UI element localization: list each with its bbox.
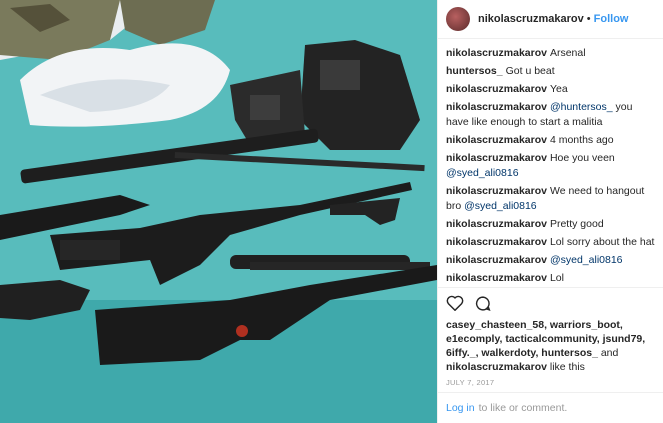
photo-illustration [0,0,437,423]
comment: huntersos_ Got u beat [446,64,655,79]
instagram-post: nikolascruzmakarov • Follow nikolascruzm… [0,0,663,423]
comment: nikolascruzmakarov Hoe you veen @syed_ali… [446,151,655,181]
comment-username[interactable]: nikolascruzmakarov [446,185,547,197]
comment-text: Pretty good [549,218,604,230]
comment-mention[interactable]: @syed_ali0816 [446,167,519,179]
comment: nikolascruzmakarov Lol sorry about the ha… [446,235,655,250]
comment-text: Arsenal [549,47,586,59]
comment-username[interactable]: nikolascruzmakarov [446,236,547,248]
comment-username[interactable]: nikolascruzmakarov [446,152,547,164]
comment-username[interactable]: nikolascruzmakarov [446,272,547,284]
comment-username[interactable]: nikolascruzmakarov [446,47,547,59]
likes-suffix: like this [546,361,585,373]
comments-list[interactable]: nikolascruzmakarov Arsenal huntersos_ Got … [438,39,663,287]
comment: nikolascruzmakarov We need to hangout bro… [446,184,655,214]
post-username[interactable]: nikolascruzmakarov [478,13,584,25]
comment: nikolascruzmakarov Yea [446,82,655,97]
comment-text: Lol [549,272,564,284]
heart-icon[interactable] [446,295,464,311]
comment-username[interactable]: nikolascruzmakarov [446,83,547,95]
comment: nikolascruzmakarov @huntersos_ you have l… [446,100,655,130]
comment-mention[interactable]: @syed_ali0816 [464,200,537,212]
login-footer: Log in to like or comment. [438,392,663,423]
liker-last[interactable]: nikolascruzmakarov [446,361,547,373]
post-date: JULY 7, 2017 [446,378,495,387]
post-photo[interactable] [0,0,437,423]
comment: nikolascruzmakarov Lol [446,271,655,286]
separator-dot: • [586,13,591,25]
comment: nikolascruzmakarov @syed_ali0816 [446,253,655,268]
comment: nikolascruzmakarov Arsenal [446,46,655,61]
comment-text: Hoe you veen [549,152,615,164]
login-prompt: to like or comment. [478,402,568,414]
comment: nikolascruzmakarov Pretty good [446,217,655,232]
comment: nikolascruzmakarov 4 months ago [446,133,655,148]
comment-username[interactable]: huntersos_ [446,65,503,77]
comment-username[interactable]: nikolascruzmakarov [446,134,547,146]
comment-mention[interactable]: @huntersos_ [550,101,613,113]
post-side-panel: nikolascruzmakarov • Follow nikolascruzm… [437,0,663,423]
likes-and: and [597,347,619,359]
comment-mention[interactable]: @syed_ali0816 [550,254,623,266]
post-header: nikolascruzmakarov • Follow [438,0,663,39]
comment-username[interactable]: nikolascruzmakarov [446,101,547,113]
login-link[interactable]: Log in [446,402,475,414]
comment-text: Lol sorry about the hat [549,236,655,248]
likes-summary: casey_chasteen_58, warriors_boot, e1ecom… [438,318,663,374]
avatar[interactable] [446,7,470,31]
comment-username[interactable]: nikolascruzmakarov [446,218,547,230]
comment-username[interactable]: nikolascruzmakarov [446,254,547,266]
follow-button[interactable]: Follow [594,13,629,25]
post-actions [438,287,663,318]
comment-text: Yea [549,83,568,95]
comment-text: Got u beat [505,65,555,77]
comment-text: 4 months ago [549,134,614,146]
speech-bubble-icon[interactable] [474,295,492,312]
